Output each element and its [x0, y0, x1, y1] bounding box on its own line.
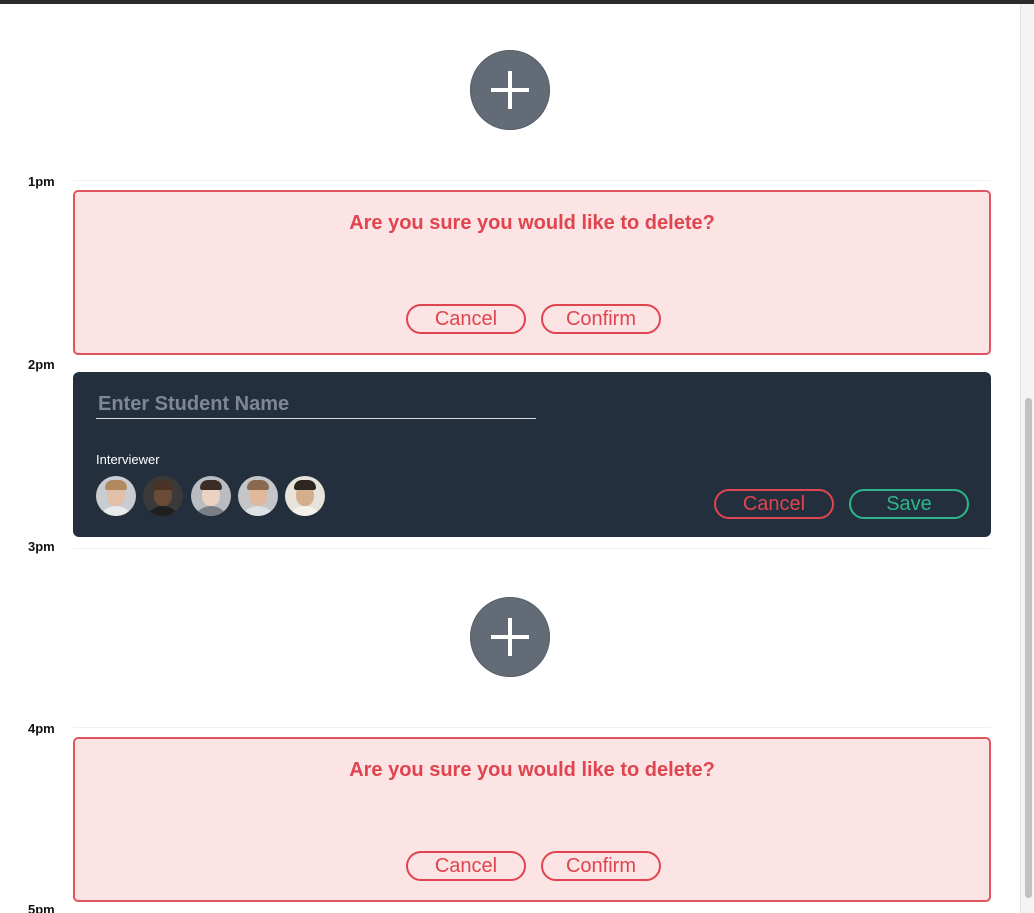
cancel-edit-button[interactable]: Cancel: [714, 489, 834, 519]
avatar-shoulders: [193, 506, 229, 516]
scrollbar-track[interactable]: [1020, 4, 1034, 913]
time-label-1pm: 1pm: [28, 174, 55, 189]
scrollbar-thumb[interactable]: [1025, 398, 1032, 898]
cancel-delete-button[interactable]: Cancel: [406, 304, 526, 334]
avatar-shoulders: [240, 506, 276, 516]
avatar-hair: [152, 480, 174, 490]
interviewer-avatar[interactable]: [143, 476, 183, 516]
avatar-hair: [294, 480, 316, 490]
avatar-hair: [200, 480, 222, 490]
interviewer-avatar[interactable]: [191, 476, 231, 516]
hour-divider: [73, 548, 991, 549]
time-label-3pm: 3pm: [28, 539, 55, 554]
interviewer-avatar[interactable]: [96, 476, 136, 516]
hour-divider: [73, 727, 991, 728]
avatar-shoulders: [145, 506, 181, 516]
time-label-4pm: 4pm: [28, 721, 55, 736]
time-label-2pm: 2pm: [28, 357, 55, 372]
delete-confirm-card: Are you sure you would like to delete? C…: [73, 190, 991, 355]
schedule-column[interactable]: 1pm Are you sure you would like to delet…: [0, 0, 1020, 913]
edit-slot-card: Interviewer Cancel Save: [73, 372, 991, 537]
hour-divider: [73, 180, 991, 181]
confirm-delete-button[interactable]: Confirm: [541, 851, 661, 881]
avatar-hair: [247, 480, 269, 490]
plus-icon: [491, 618, 529, 656]
interviewer-avatar[interactable]: [285, 476, 325, 516]
plus-icon: [491, 71, 529, 109]
save-button[interactable]: Save: [849, 489, 969, 519]
avatar-shoulders: [287, 506, 323, 516]
delete-question: Are you sure you would like to delete?: [349, 759, 715, 781]
confirm-delete-button[interactable]: Confirm: [541, 304, 661, 334]
delete-question: Are you sure you would like to delete?: [349, 212, 715, 234]
delete-confirm-card: Are you sure you would like to delete? C…: [73, 737, 991, 902]
cancel-delete-button[interactable]: Cancel: [406, 851, 526, 881]
add-slot-button[interactable]: [470, 597, 550, 677]
avatar-shoulders: [98, 506, 134, 516]
avatar-hair: [105, 480, 127, 490]
interviewer-label: Interviewer: [96, 452, 160, 467]
add-slot-button[interactable]: [470, 50, 550, 130]
interviewer-avatar[interactable]: [238, 476, 278, 516]
student-name-input[interactable]: [96, 390, 536, 419]
time-label-5pm: 5pm: [28, 902, 55, 913]
